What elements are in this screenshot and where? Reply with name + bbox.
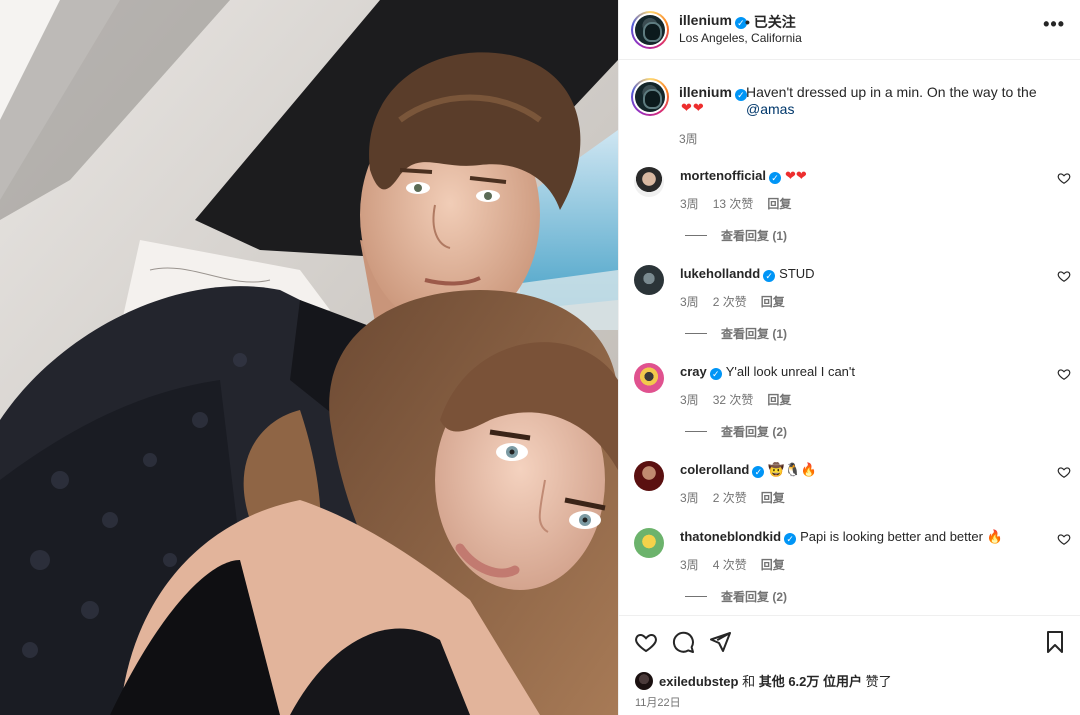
likes-summary[interactable]: exiledubstep 和 其他 6.2万 位用户 赞了 <box>635 671 892 690</box>
comment-likes[interactable]: 4 次赞 <box>713 558 747 572</box>
comment-time[interactable]: 3周 <box>680 491 699 505</box>
comment-time[interactable]: 3周 <box>680 558 699 572</box>
share-icon[interactable] <box>708 630 732 654</box>
view-replies-button[interactable]: 查看回复 (2) <box>685 588 787 605</box>
likes-count[interactable]: 其他 6.2万 位用户 <box>759 674 862 689</box>
comment-text: ❤❤ <box>784 168 807 183</box>
caption-text: Haven't dressed up in a min. On the way … <box>746 84 1037 117</box>
comment-text: 🤠🐧🔥 <box>768 462 817 477</box>
mention-link[interactable]: @amas <box>746 101 794 117</box>
comment-username[interactable]: cray ✓ Y'all look unreal I can't <box>680 364 855 380</box>
reply-button[interactable]: 回复 <box>767 197 791 211</box>
comment-likes[interactable]: 2 次赞 <box>713 295 747 309</box>
view-replies-button[interactable]: 查看回复 (1) <box>685 325 787 342</box>
reply-button[interactable]: 回复 <box>761 558 785 572</box>
comment-avatar[interactable] <box>634 167 664 197</box>
comment-likes[interactable]: 32 次赞 <box>713 393 754 407</box>
reply-button[interactable]: 回复 <box>761 491 785 505</box>
caption-avatar[interactable] <box>631 78 669 116</box>
reply-button[interactable]: 回复 <box>761 295 785 309</box>
comment-meta: 3周 2 次赞 回复 <box>680 489 799 506</box>
post-footer: exiledubstep 和 其他 6.2万 位用户 赞了 11月22日 <box>619 615 1080 715</box>
follow-status[interactable]: • 已关注 <box>745 12 796 32</box>
verified-badge-icon: ✓ <box>768 172 781 184</box>
caption-emoji: ❤❤ <box>681 100 705 115</box>
comment-icon[interactable] <box>671 630 695 654</box>
caption-username[interactable]: illenium ✓ <box>679 84 747 101</box>
selfie-illustration <box>0 0 618 715</box>
comment-avatar[interactable] <box>634 528 664 558</box>
liker-avatar[interactable] <box>635 672 653 690</box>
post-header: illenium ✓ • 已关注 Los Angeles, California … <box>619 0 1080 60</box>
comment-meta: 3周 2 次赞 回复 <box>680 293 799 310</box>
author-avatar[interactable] <box>631 11 669 49</box>
more-options-icon[interactable]: ••• <box>1043 14 1065 35</box>
comment-text: Papi is looking better and better 🔥 <box>800 529 1003 544</box>
comment-like-icon[interactable] <box>1057 269 1071 283</box>
liker-username[interactable]: exiledubstep <box>659 674 738 689</box>
comment-meta: 3周 13 次赞 回复 <box>680 195 805 212</box>
post-photo[interactable] <box>0 0 618 715</box>
comment-time[interactable]: 3周 <box>680 393 699 407</box>
comment-avatar[interactable] <box>634 461 664 491</box>
comment-avatar[interactable] <box>634 363 664 393</box>
comment-meta: 3周 32 次赞 回复 <box>680 391 805 408</box>
view-replies-button[interactable]: 查看回复 (1) <box>685 227 787 244</box>
comment-text: STUD <box>779 266 815 281</box>
reply-button[interactable]: 回复 <box>767 393 791 407</box>
save-icon[interactable] <box>1043 630 1067 654</box>
comment-username[interactable]: thatoneblondkid ✓ Papi is looking better a… <box>680 529 1003 545</box>
like-icon[interactable] <box>634 630 658 654</box>
verified-badge-icon: ✓ <box>784 533 797 545</box>
view-replies-button[interactable]: 查看回复 (2) <box>685 423 787 440</box>
comment-username[interactable]: lukehollandd ✓ STUD <box>680 266 815 282</box>
comment-meta: 3周 4 次赞 回复 <box>680 556 799 573</box>
verified-badge-icon: ✓ <box>763 270 776 282</box>
caption-time[interactable]: 3周 <box>679 130 698 147</box>
comment-time[interactable]: 3周 <box>680 197 699 211</box>
author-username[interactable]: illenium ✓ <box>679 12 747 29</box>
comment-username[interactable]: mortenofficial ✓ ❤❤ <box>680 168 807 184</box>
comment-likes[interactable]: 2 次赞 <box>713 491 747 505</box>
comment-likes[interactable]: 13 次赞 <box>713 197 754 211</box>
comment-like-icon[interactable] <box>1057 532 1071 546</box>
post-location[interactable]: Los Angeles, California <box>679 31 802 45</box>
comment-like-icon[interactable] <box>1057 367 1071 381</box>
verified-badge-icon: ✓ <box>752 466 765 478</box>
comment-like-icon[interactable] <box>1057 171 1071 185</box>
post-date[interactable]: 11月22日 <box>635 694 681 710</box>
comment-avatar[interactable] <box>634 265 664 295</box>
comment-like-icon[interactable] <box>1057 465 1071 479</box>
comment-username[interactable]: colerolland ✓ 🤠🐧🔥 <box>680 462 817 478</box>
comment-text: Y'all look unreal I can't <box>725 364 856 379</box>
comment-time[interactable]: 3周 <box>680 295 699 309</box>
post-side-panel: illenium ✓ • 已关注 Los Angeles, California … <box>618 0 1080 715</box>
verified-badge-icon: ✓ <box>709 368 722 380</box>
